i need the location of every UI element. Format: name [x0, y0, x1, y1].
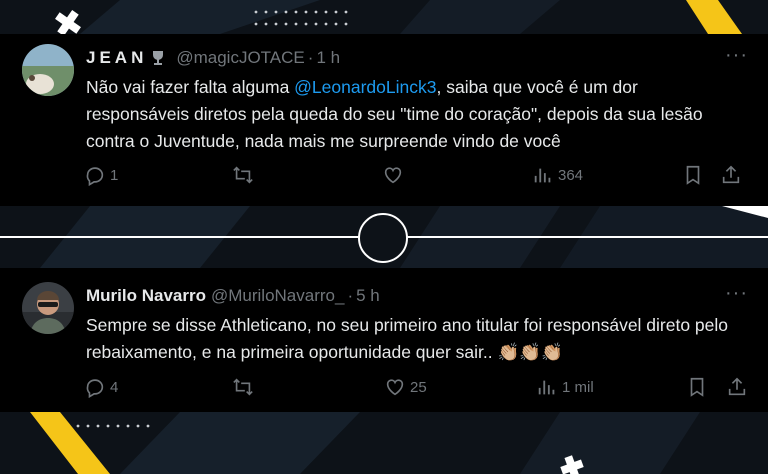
- divider-circle: [358, 213, 408, 263]
- bookmark-button[interactable]: [686, 376, 708, 398]
- heart-icon: [386, 379, 404, 396]
- tweet-text-body: Sempre se disse Athleticano, no seu prim…: [86, 315, 729, 362]
- bookmark-button[interactable]: [682, 164, 704, 186]
- tweet-header: Murilo Navarro @MuriloNavarro_ · 5 h ···: [86, 283, 748, 308]
- more-options-icon[interactable]: ···: [725, 283, 748, 303]
- view-count: 1 mil: [562, 378, 594, 396]
- like-button[interactable]: 25: [384, 376, 427, 398]
- tweet-actions: 1 364: [0, 164, 768, 194]
- tweet-text: Não vai fazer falta alguma @LeonardoLinc…: [86, 74, 738, 155]
- timestamp[interactable]: 1 h: [316, 48, 340, 68]
- avatar[interactable]: [22, 44, 74, 96]
- reply-count: 1: [110, 166, 119, 184]
- clapping-emoji: 👏🏼👏🏼👏🏼: [497, 342, 563, 362]
- reply-button[interactable]: 4: [84, 376, 118, 398]
- tweet-text: Sempre se disse Athleticano, no seu prim…: [86, 312, 738, 366]
- display-name[interactable]: Murilo Navarro: [86, 286, 206, 306]
- share-icon: [722, 165, 740, 184]
- user-handle[interactable]: @magicJOTACE: [176, 48, 304, 68]
- retweet-button[interactable]: [232, 164, 258, 186]
- reply-icon: [86, 379, 104, 398]
- retweet-icon: [233, 166, 253, 184]
- retweet-icon: [233, 378, 253, 396]
- views-button[interactable]: 364: [532, 164, 583, 186]
- share-icon: [728, 377, 746, 396]
- tweet-actions: 4 25 1 mil: [0, 376, 768, 406]
- mention-link[interactable]: @LeonardoLinck3: [294, 77, 436, 97]
- like-button[interactable]: [382, 164, 408, 186]
- separator-dot: ·: [347, 286, 354, 305]
- separator-dot: ·: [307, 48, 314, 67]
- view-count: 364: [558, 166, 584, 184]
- bookmark-icon: [686, 165, 700, 185]
- timestamp[interactable]: 5 h: [356, 286, 380, 306]
- analytics-icon: [534, 168, 551, 183]
- tweet-header: JEAN @magicJOTACE · 1 h ···: [86, 45, 748, 70]
- retweet-button[interactable]: [232, 376, 258, 398]
- trophy-icon: [149, 49, 167, 67]
- tweet-text-before: Não vai fazer falta alguma: [86, 77, 295, 97]
- analytics-icon: [538, 380, 555, 395]
- tweet-card[interactable]: JEAN @magicJOTACE · 1 h ··· Não vai faze…: [0, 34, 768, 206]
- avatar[interactable]: [22, 282, 74, 334]
- more-options-icon[interactable]: ···: [725, 45, 748, 65]
- views-button[interactable]: 1 mil: [536, 376, 594, 398]
- display-name[interactable]: JEAN: [86, 48, 147, 68]
- like-count: 25: [410, 378, 427, 396]
- reply-count: 4: [110, 378, 119, 396]
- bookmark-icon: [690, 377, 704, 397]
- tweet-card[interactable]: Murilo Navarro @MuriloNavarro_ · 5 h ···…: [0, 268, 768, 412]
- reply-icon: [86, 167, 104, 186]
- share-button[interactable]: [720, 164, 742, 186]
- share-button[interactable]: [726, 376, 748, 398]
- heart-icon: [384, 167, 402, 184]
- user-handle[interactable]: @MuriloNavarro_: [211, 286, 344, 306]
- reply-button[interactable]: 1: [84, 164, 118, 186]
